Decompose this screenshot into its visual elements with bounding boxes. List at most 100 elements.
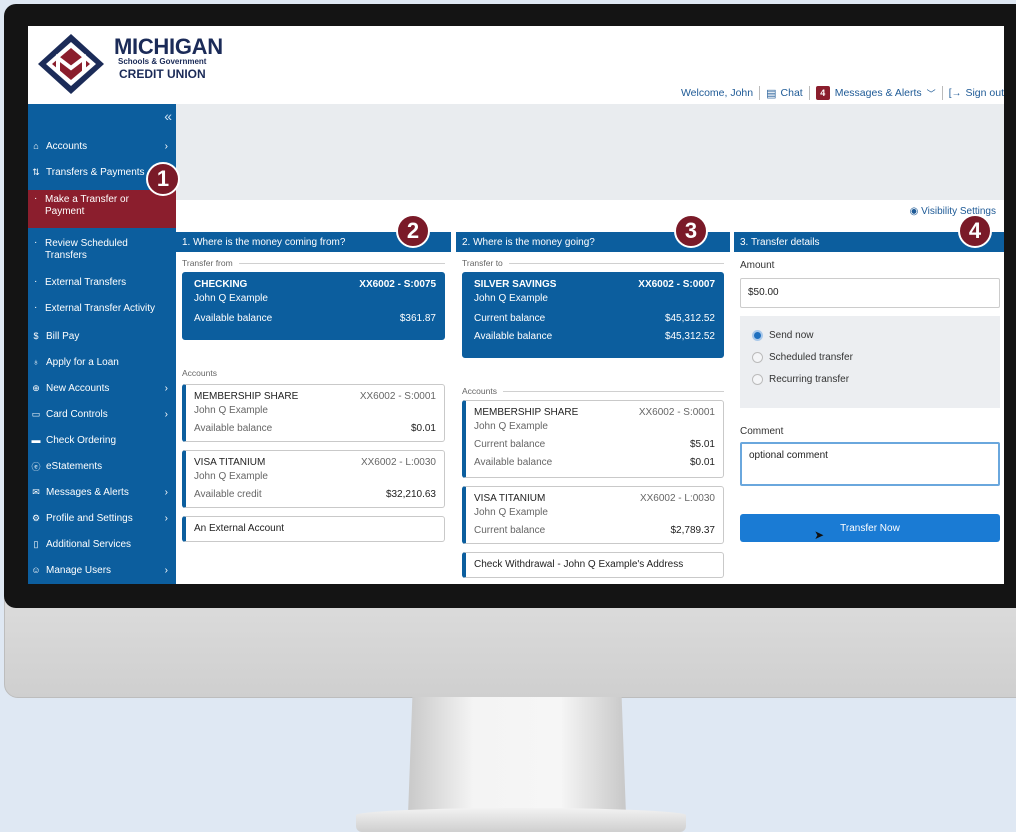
amount-label: Amount [740,260,775,271]
account-owner: John Q Example [194,405,268,416]
accounts-legend: Accounts [462,386,724,396]
send-now-radio[interactable]: Send now [752,330,813,341]
radio-label: Scheduled transfer [769,352,853,363]
sidebar-item-check-ordering[interactable]: ▬ Check Ordering [28,432,176,448]
account-owner: John Q Example [474,507,548,518]
chat-link[interactable]: ▤ Chat [766,87,803,100]
radio-icon [752,374,763,385]
brand-subtitle: Schools & Government [118,57,207,66]
sidebar-subitem-external-transfers[interactable]: · External Transfers [28,276,176,292]
sidebar-item-label: Apply for a Loan [46,356,119,368]
sidebar-item-card-controls[interactable]: ▭ Card Controls › [28,406,176,422]
balance-label: Available balance [194,423,273,434]
visibility-row: ◉ Visibility Settings [176,200,1004,224]
sidebar-item-profile[interactable]: ⚙ Profile and Settings › [28,510,176,526]
from-account-membership[interactable]: MEMBERSHIP SHARE XX6002 - S:0001 John Q E… [182,384,445,442]
messages-link[interactable]: 4 Messages & Alerts ﹀ [815,86,936,100]
cursor-icon: ➤ [814,528,825,542]
account-number: XX6002 - S:0075 [359,279,436,290]
sidebar-item-estatements[interactable]: ⓔ eStatements [28,458,176,474]
account-name: VISA TITANIUM [194,457,266,468]
callout-2: 2 [396,214,430,248]
callout-4: 4 [958,214,992,248]
sidebar-item-additional-services[interactable]: ▯ Additional Services [28,536,176,552]
chevron-right-icon: › [164,382,168,394]
balance-label: Current balance [474,313,546,324]
account-owner: John Q Example [194,293,268,304]
account-number: XX6002 - L:0030 [639,493,715,504]
account-name: CHECKING [194,279,248,290]
plus-circle-icon: ⊕ [32,382,40,393]
banner-area [176,104,1004,200]
account-name: SILVER SAVINGS [474,279,557,290]
balance-label: Available credit [194,489,262,500]
scheduled-transfer-radio[interactable]: Scheduled transfer [752,352,853,363]
sidebar-item-label: Card Controls [46,408,108,420]
account-number: XX6002 - L:0030 [360,457,436,468]
to-account-membership[interactable]: MEMBERSHIP SHARE XX6002 - S:0001 John Q E… [462,400,724,478]
transfer-now-button[interactable]: Transfer Now [740,514,1000,542]
account-name: Check Withdrawal - John Q Example's Addr… [474,559,684,570]
recurring-transfer-radio[interactable]: Recurring transfer [752,374,849,385]
eye-icon: ◉ [909,206,919,217]
sidebar-item-new-accounts[interactable]: ⊕ New Accounts › [28,380,176,396]
callout-1: 1 [146,162,180,196]
sign-out-icon: [→ [948,87,962,99]
legend-label: Accounts [462,386,497,396]
envelope-icon: ✉ [32,486,40,497]
account-name: MEMBERSHIP SHARE [194,391,299,402]
sidebar-item-label: eStatements [46,460,103,472]
sidebar-item-bill-pay[interactable]: $ Bill Pay [28,328,176,344]
bullet-icon: · [34,302,38,313]
sidebar-subitem-make-transfer[interactable]: · Make a Transfer or Payment [28,190,176,228]
dollar-icon: $ [33,331,39,341]
logo-mark-icon [38,34,104,94]
amount-input[interactable]: $50.00 [740,278,1000,308]
sidebar-subitem-external-activity[interactable]: · External Transfer Activity [28,302,176,318]
messages-label: Messages & Alerts [834,87,922,99]
sidebar-item-manage-users[interactable]: ☺ Manage Users › [28,562,176,578]
to-account-visa[interactable]: VISA TITANIUM XX6002 - L:0030 John Q Exam… [462,486,724,544]
callout-3: 3 [674,214,708,248]
balance-label: Available balance [194,313,273,324]
balance-value: $45,312.52 [664,331,715,342]
chat-label: Chat [780,87,803,99]
sidebar-item-label: Bill Pay [46,330,80,342]
sidebar-item-apply-loan[interactable]: ♁ Apply for a Loan [28,354,176,370]
chat-icon: ▤ [766,87,777,100]
sign-out-link[interactable]: [→ Sign out [949,87,1004,99]
sidebar-item-messages[interactable]: ✉ Messages & Alerts › [28,484,176,500]
chevron-right-icon: › [164,486,168,498]
sidebar-item-label: External Transfer Activity [45,303,156,314]
balance-label: Available balance [474,331,553,342]
to-account-silver-savings[interactable]: SILVER SAVINGS XX6002 - S:0007 John Q Exa… [462,272,724,358]
from-external-account[interactable]: An External Account [182,516,445,542]
from-account-checking[interactable]: CHECKING XX6002 - S:0075 John Q Example A… [182,272,445,340]
sidebar-item-accounts[interactable]: ⌂ Accounts › [28,138,176,154]
balance-value: $5.01 [689,439,715,450]
monitor-stand-neck [408,697,626,815]
account-number: XX6002 - S:0001 [638,407,715,418]
visibility-settings-label: Visibility Settings [921,206,996,217]
sidebar-item-label: Profile and Settings [46,512,133,524]
sidebar-subitem-review-scheduled[interactable]: · Review Scheduled Transfers [28,234,176,264]
details-column: 3. Transfer details Amount $50.00 Send n… [734,232,1004,584]
to-check-withdrawal[interactable]: Check Withdrawal - John Q Example's Addr… [462,552,724,578]
balance-label: Current balance [474,439,546,450]
sign-out-label: Sign out [965,87,1004,99]
chevron-right-icon: › [164,564,168,576]
transfer-to-legend: Transfer to [462,258,724,268]
sidebar-item-label: Additional Services [46,538,132,550]
collapse-sidebar-icon[interactable]: « [164,108,172,124]
sidebar-item-label: Messages & Alerts [46,486,129,498]
gear-icon: ⚙ [31,512,41,523]
comment-textarea[interactable]: optional comment [740,442,1000,486]
accounts-legend: Accounts [182,368,445,378]
monitor-stand-base [356,808,686,832]
screen: MICHIGAN Schools & Government CREDIT UNI… [28,26,1004,584]
account-name: MEMBERSHIP SHARE [474,407,579,418]
from-account-visa[interactable]: VISA TITANIUM XX6002 - L:0030 John Q Exam… [182,450,445,508]
balance-value: $45,312.52 [664,313,715,324]
account-number: XX6002 - S:0001 [359,391,436,402]
legend-label: Transfer from [182,258,233,268]
